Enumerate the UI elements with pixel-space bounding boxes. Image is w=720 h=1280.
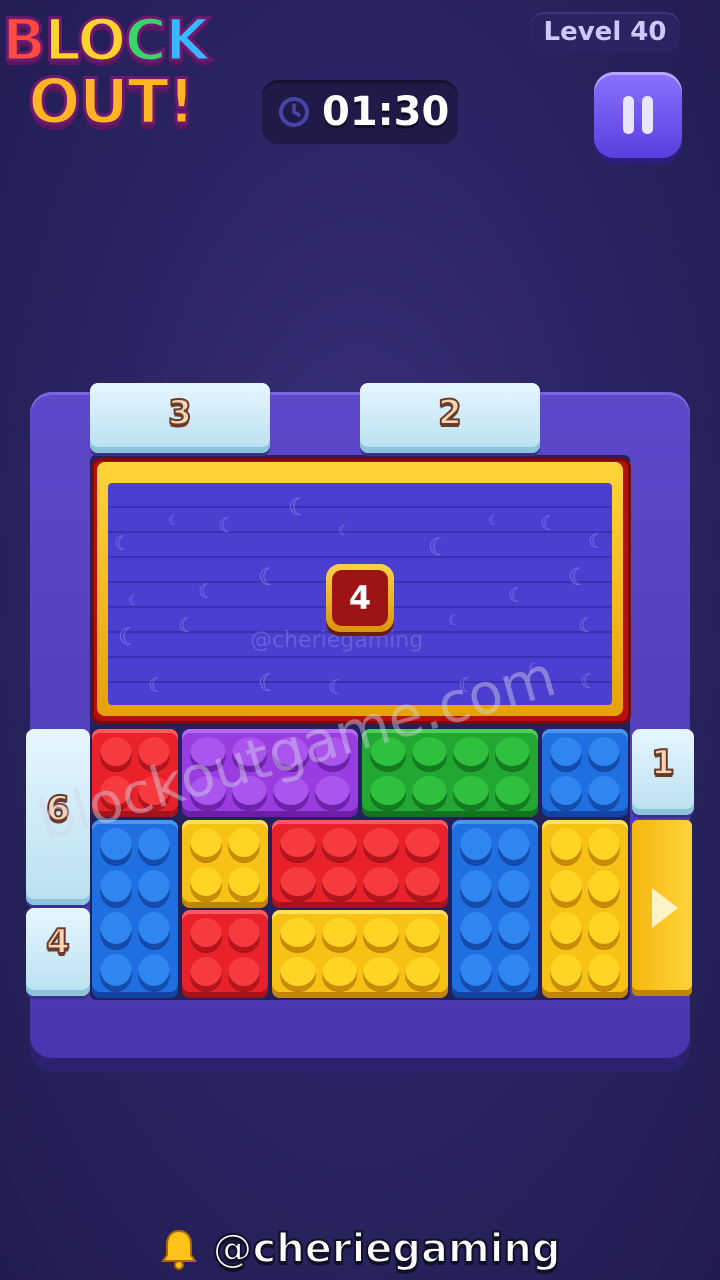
exit-gate-right-upper: 1 [632,729,694,815]
moon-icon: ☾ [258,563,280,591]
gate-count: 4 [45,921,71,963]
moon-icon: ☾ [168,513,181,529]
gate-count: 2 [437,392,463,434]
brick-yellow[interactable] [272,910,448,998]
moon-icon: ☾ [128,593,141,609]
arrow-right-icon [652,888,678,928]
moon-icon: ☾ [488,513,501,529]
moon-icon: ☾ [258,669,280,697]
moon-icon: ☾ [540,511,558,535]
footer-handle: @cheriegaming [212,1225,562,1273]
moon-icon: ☾ [580,669,598,693]
brick-blue[interactable] [542,729,628,817]
level-indicator: Level 40 [530,12,680,52]
pause-button[interactable] [594,72,682,158]
timer-value: 01:30 [322,89,450,135]
moon-icon: ☾ [178,613,196,637]
gate-count: 3 [167,392,193,434]
exit-gate-right-arrow [632,820,692,996]
moon-icon: ☾ [428,533,450,561]
moon-icon: ☾ [114,531,132,555]
moon-icon: ☾ [218,513,236,537]
moon-icon: ☾ [338,523,351,539]
exit-gate-top-left: 3 [90,383,270,453]
brick-yellow[interactable] [182,820,268,908]
moon-icon: ☾ [448,613,461,629]
gate-count: 1 [650,742,676,784]
brick-blue[interactable] [452,820,538,998]
logo-line-2: OUT! [27,65,198,138]
moon-icon: ☾ [578,613,596,637]
bell-icon [161,1229,198,1270]
moon-icon: ☾ [288,493,310,521]
exit-gate-top-right: 2 [360,383,540,453]
moon-icon: ☾ [198,579,216,603]
brick-blue[interactable] [92,820,178,998]
game-logo: BLOCK OUT! [0,0,270,150]
exit-gate-left-lower: 4 [26,908,90,996]
brick-yellow[interactable] [542,820,628,998]
moon-icon: ☾ [118,623,140,651]
timer: 01:30 [262,80,458,144]
frozen-block-counter: 4 [326,564,394,632]
moon-icon: ☾ [508,583,526,607]
clock-icon [279,97,309,127]
footer-credit: @cheriegaming [0,1225,720,1276]
moon-icon: ☾ [148,673,166,697]
moon-icon: ☾ [328,675,346,699]
frozen-block-count: 4 [332,570,388,626]
logo-line-1: BLOCK [0,6,211,74]
moon-icon: ☾ [568,563,590,591]
brick-red[interactable] [272,820,448,908]
moon-icon: ☾ [588,529,606,553]
brick-red[interactable] [182,910,268,998]
